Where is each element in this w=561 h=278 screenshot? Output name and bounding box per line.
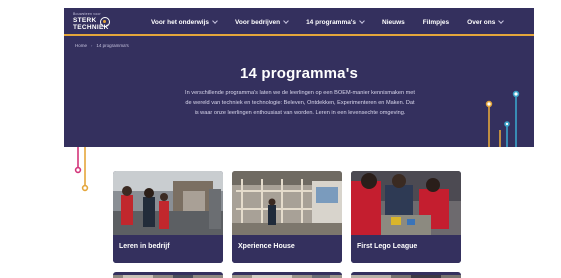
menu-item-bedrijven[interactable]: Voor bedrijven: [235, 17, 289, 26]
logo-line-1: STERK: [73, 17, 97, 24]
card-label: Xperience House: [232, 235, 342, 263]
card-photo: [113, 171, 223, 235]
main-nav: Bouwsteen voor STERK TECHNIEK Voor het o…: [64, 8, 534, 36]
intro-text: In verschillende programma's laten we de…: [185, 90, 415, 116]
card-row2-1[interactable]: [113, 272, 223, 278]
breadcrumb-home[interactable]: Home: [75, 43, 87, 48]
menu-item-nieuws[interactable]: Nieuws: [382, 19, 405, 26]
menu-item-label: Over ons: [467, 18, 496, 26]
menu-item-label: Filmpjes: [422, 18, 450, 26]
chevron-down-icon: [283, 17, 289, 24]
chevron-down-icon: [359, 17, 365, 24]
gear-icon: [100, 17, 110, 27]
breadcrumb-current: 14 programma's: [96, 43, 129, 48]
site-logo[interactable]: Bouwsteen voor STERK TECHNIEK: [72, 12, 112, 33]
logo-tagline: Bouwsteen voor: [73, 12, 101, 16]
card-photo: [351, 171, 461, 235]
chevron-down-icon: [498, 17, 505, 24]
menu-bar: Voor het onderwijs Voor bedrijven 14 pro…: [151, 8, 521, 36]
card-photo: [232, 171, 342, 235]
menu-item-over-ons[interactable]: Over ons: [467, 17, 505, 26]
hero-section: Bouwsteen voor STERK TECHNIEK Voor het o…: [64, 8, 534, 147]
menu-item-filmpjes[interactable]: Filmpjes: [423, 19, 449, 26]
card-leren-in-bedrijf[interactable]: Leren in bedrijf: [113, 171, 223, 263]
breadcrumb-separator: ›: [91, 43, 93, 48]
card-row2-2[interactable]: [232, 272, 342, 278]
card-xperience-house[interactable]: Xperience House: [232, 171, 342, 263]
chevron-down-icon: [212, 17, 218, 24]
menu-item-label: Nieuws: [382, 18, 405, 26]
page: Bouwsteen voor STERK TECHNIEK Voor het o…: [0, 0, 561, 278]
menu-item-label: Voor het onderwijs: [151, 18, 210, 26]
card-first-lego-league[interactable]: First Lego League: [351, 171, 461, 263]
breadcrumb: Home › 14 programma's: [75, 43, 129, 48]
card-row2-3[interactable]: [351, 272, 461, 278]
page-title: 14 programma's: [239, 65, 359, 82]
menu-item-label: Voor bedrijven: [235, 18, 281, 26]
menu-item-programmas[interactable]: 14 programma's: [306, 17, 365, 26]
menu-item-onderwijs[interactable]: Voor het onderwijs: [151, 17, 218, 26]
menu-item-label: 14 programma's: [306, 18, 357, 26]
card-label: Leren in bedrijf: [113, 235, 223, 263]
card-label: First Lego League: [351, 235, 461, 263]
